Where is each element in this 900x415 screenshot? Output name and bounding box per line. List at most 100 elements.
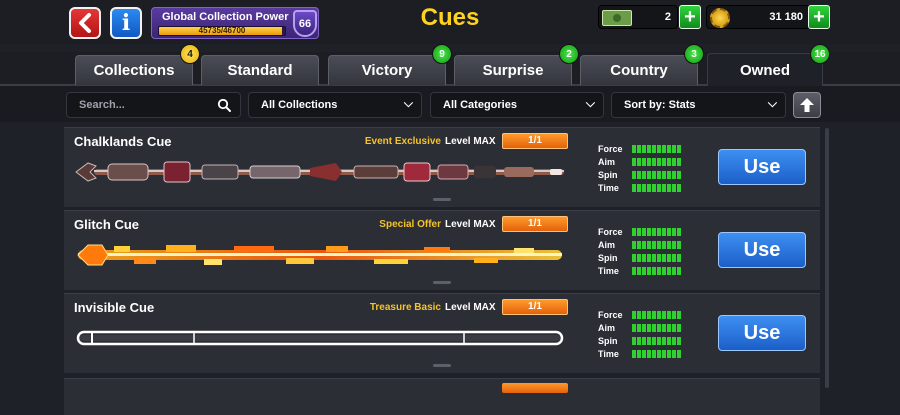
stat-segment — [672, 228, 676, 236]
collection-power-value: 45735/46700 — [198, 26, 246, 35]
list-scrollbar[interactable] — [825, 128, 829, 388]
cue-card[interactable]: Glitch Cue Special Offer Level MAX 1/1 Force… — [64, 210, 820, 290]
tab-surprise[interactable]: Surprise — [454, 55, 572, 85]
level-badge: 1/1 — [502, 133, 568, 149]
stat-label-spin: Spin — [598, 336, 618, 346]
tab-owned[interactable]: Owned — [707, 53, 823, 86]
page-title: Cues — [420, 4, 480, 31]
cue-card[interactable]: Chalklands Cue Event Exclusive Level MAX 1/… — [64, 127, 820, 207]
use-button-label: Use — [743, 321, 781, 344]
stat-segment — [637, 241, 641, 249]
use-button[interactable]: Use — [718, 315, 806, 351]
use-button[interactable]: Use — [718, 232, 806, 268]
collections-dropdown-value: All Collections — [261, 99, 338, 111]
arrow-up-icon — [800, 98, 814, 112]
stat-segment — [632, 254, 636, 262]
add-coins-button[interactable]: + — [808, 5, 830, 29]
stat-bar-spin — [632, 337, 681, 345]
stat-segment — [672, 158, 676, 166]
stat-segment — [662, 241, 666, 249]
level-badge — [502, 383, 568, 393]
stat-segment — [657, 184, 661, 192]
info-icon: i — [121, 10, 131, 36]
stat-bar-time — [632, 267, 681, 275]
stat-segment — [662, 228, 666, 236]
use-button-label: Use — [743, 238, 781, 261]
tab-victory[interactable]: Victory — [328, 55, 446, 85]
categories-dropdown[interactable]: All Categories ⌵ — [430, 92, 604, 118]
next-cue-card-partial — [64, 378, 820, 415]
stat-segment — [662, 324, 666, 332]
stat-segment — [647, 184, 651, 192]
stat-segment — [637, 267, 641, 275]
stat-segment — [632, 158, 636, 166]
stat-segment — [657, 158, 661, 166]
tab-country[interactable]: Country — [580, 55, 698, 85]
tab-standard[interactable]: Standard — [201, 55, 319, 85]
tab-label: Owned — [739, 61, 790, 79]
stat-segment — [672, 254, 676, 262]
stat-bar-force — [632, 311, 681, 319]
stat-segment — [662, 158, 666, 166]
expand-handle[interactable] — [433, 198, 451, 201]
stat-segment — [647, 350, 651, 358]
plus-icon: + — [684, 6, 696, 28]
stat-label-spin: Spin — [598, 170, 618, 180]
coins-display: 31 180 — [706, 5, 810, 29]
expand-handle[interactable] — [433, 281, 451, 284]
sort-dropdown-value: Sort by: Stats — [624, 99, 696, 111]
collection-level-shield-icon: 66 — [293, 10, 317, 37]
stat-segment — [642, 267, 646, 275]
stat-segment — [637, 171, 641, 179]
level-progress: 1/1 — [528, 301, 542, 312]
stat-segment — [662, 184, 666, 192]
stat-label-force: Force — [598, 227, 623, 237]
chevron-down-icon: ⌵ — [767, 96, 777, 110]
cue-source: Special Offer — [379, 219, 441, 230]
stat-segment — [657, 171, 661, 179]
stat-bar-time — [632, 350, 681, 358]
level-progress: 1/1 — [528, 218, 542, 229]
stat-segment — [647, 267, 651, 275]
stat-segment — [637, 228, 641, 236]
tab-collections[interactable]: Collections — [75, 55, 193, 85]
sort-direction-button[interactable] — [793, 92, 821, 118]
stat-segment — [657, 241, 661, 249]
stat-segment — [642, 145, 646, 153]
expand-handle[interactable] — [433, 364, 451, 367]
add-cash-button[interactable]: + — [679, 5, 701, 29]
cash-icon — [602, 10, 632, 26]
cue-image — [74, 158, 564, 186]
info-button[interactable]: i — [110, 7, 142, 39]
stat-segment — [672, 241, 676, 249]
stat-label-time: Time — [598, 349, 619, 359]
back-button[interactable] — [69, 7, 101, 39]
sort-dropdown[interactable]: Sort by: Stats ⌵ — [611, 92, 786, 118]
stat-segment — [662, 171, 666, 179]
stat-segment — [652, 311, 656, 319]
stat-segment — [647, 254, 651, 262]
stat-segment — [667, 311, 671, 319]
stat-segment — [657, 311, 661, 319]
stat-segment — [632, 337, 636, 345]
stat-segment — [642, 254, 646, 262]
search-icon — [217, 98, 231, 112]
use-button[interactable]: Use — [718, 149, 806, 185]
cue-name: Glitch Cue — [74, 217, 140, 232]
stat-segment — [677, 254, 681, 262]
stat-segment — [672, 184, 676, 192]
search-input[interactable]: Search... — [66, 92, 241, 118]
collections-dropdown[interactable]: All Collections ⌵ — [248, 92, 422, 118]
stat-segment — [637, 311, 641, 319]
cue-level-label: Level MAX — [445, 302, 496, 313]
cue-card[interactable]: Invisible Cue Treasure Basic Level MAX 1/1 F… — [64, 293, 820, 373]
cue-name: Invisible Cue — [74, 300, 155, 315]
stat-segment — [672, 267, 676, 275]
stat-segment — [667, 350, 671, 358]
stat-segment — [647, 311, 651, 319]
stat-segment — [652, 171, 656, 179]
collection-power-panel[interactable]: Global Collection Power 45735/46700 66 — [151, 7, 319, 39]
stat-segment — [642, 171, 646, 179]
stat-segment — [667, 158, 671, 166]
stat-segment — [677, 158, 681, 166]
